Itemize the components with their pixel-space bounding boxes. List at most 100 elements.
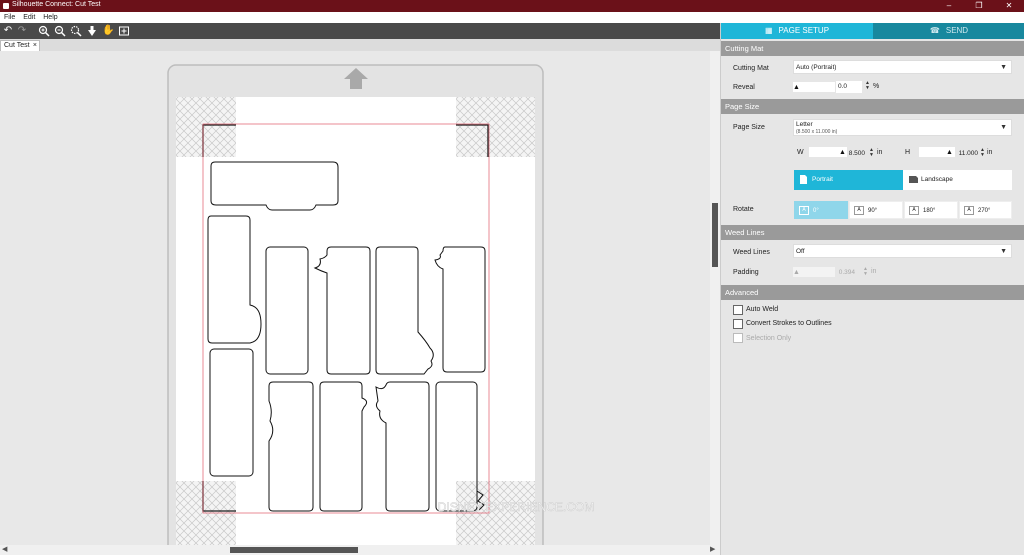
tab-send-label: SEND (945, 26, 969, 35)
slider-handle-icon[interactable]: ▲ (793, 269, 800, 277)
padding-label: Padding (733, 269, 759, 276)
height-stepper-icon[interactable]: ▲ ▼ (980, 148, 985, 158)
padding-unit: in (871, 268, 877, 275)
chevron-down-icon: ▼ (1000, 124, 1007, 131)
scroll-right-icon[interactable]: ▶ (710, 545, 715, 553)
reveal-unit: % (873, 83, 880, 90)
rotate-270-label: 270° (978, 208, 991, 214)
weed-lines-label: Weed Lines (733, 249, 770, 256)
convert-strokes-label: Convert Strokes to Outlines (746, 320, 832, 327)
portrait-page-icon (800, 175, 807, 184)
page-setup-panel: ▦ PAGE SETUP ☎ SEND Cutting Mat Cutting Ma… (720, 23, 1024, 555)
pan-hand-icon[interactable]: ✋ (102, 25, 114, 37)
section-page-size: Page Size (721, 99, 1024, 114)
rotate-180-label: 180° (923, 208, 936, 214)
rotate-0-label: 0° (813, 208, 819, 214)
menu-file[interactable]: File (4, 12, 15, 23)
reveal-stepper-icon[interactable]: ▲ ▼ (865, 81, 870, 91)
height-label: H (905, 149, 911, 156)
scroll-left-icon[interactable]: ◀ (2, 545, 7, 553)
maximize-icon[interactable]: ❐ (964, 0, 994, 12)
landscape-label: Landscape (921, 176, 953, 183)
cutting-mat-preview: DISNEY EXPERIENCE.COM (167, 64, 594, 545)
rotate-180-icon: A (909, 206, 919, 215)
portrait-label: Portrait (812, 176, 833, 183)
page-size-subtitle: (8.500 x 11.000 in) (796, 129, 838, 135)
height-unit: in (987, 149, 993, 156)
padding-value[interactable]: 0.394 (833, 269, 855, 276)
chevron-down-icon: ▼ (1000, 64, 1007, 71)
reveal-value: 0.0 (838, 83, 848, 90)
document-tab-label: Cut Test (4, 42, 30, 49)
page-size-value: Letter (796, 121, 813, 128)
section-advanced: Advanced (721, 285, 1024, 300)
zoom-out-icon[interactable] (54, 25, 66, 37)
undo-icon[interactable]: ↶ (2, 25, 14, 37)
toolbar: ↶ ↷ ✋ (0, 23, 720, 39)
rotate-0-icon: A (799, 206, 809, 215)
minimize-icon[interactable]: – (934, 0, 964, 12)
width-unit: in (877, 149, 883, 156)
vertical-scroll-thumb[interactable] (712, 203, 718, 267)
rotate-90-icon: A (854, 206, 864, 215)
rotate-90-button[interactable]: A 90° (849, 201, 903, 219)
reveal-slider[interactable]: ▲ (793, 82, 835, 92)
menu-help[interactable]: Help (43, 12, 57, 23)
menu-edit[interactable]: Edit (23, 12, 35, 23)
document-tab[interactable]: Cut Test × (0, 40, 40, 51)
cutting-mat-label: Cutting Mat (733, 65, 769, 72)
move-down-icon[interactable] (86, 25, 98, 37)
menu-bar: File Edit Help (0, 12, 1024, 23)
selection-only-checkbox[interactable] (733, 333, 743, 343)
tab-send[interactable]: ☎ SEND (873, 23, 1024, 39)
grid-icon: ▦ (764, 26, 773, 35)
rotate-270-button[interactable]: A 270° (959, 201, 1012, 219)
vertical-scrollbar[interactable] (710, 51, 720, 545)
watermark-text: DISNEY EXPERIENCE.COM (438, 500, 594, 514)
title-bar: Silhouette Connect: Cut Test – ❐ ✕ (0, 0, 1024, 12)
rotate-label: Rotate (733, 206, 754, 213)
landscape-page-icon (909, 176, 918, 183)
chevron-down-icon: ▼ (1000, 248, 1007, 255)
auto-weld-checkbox[interactable] (733, 305, 743, 315)
slider-handle-icon[interactable]: ▲ (793, 84, 800, 92)
width-value[interactable]: 8.500 (839, 150, 865, 157)
section-cutting-mat: Cutting Mat (721, 41, 1024, 56)
tab-page-setup-label: PAGE SETUP (778, 26, 830, 35)
convert-strokes-checkbox[interactable] (733, 319, 743, 329)
page-size-dropdown[interactable]: Letter (8.500 x 11.000 in) ▼ (793, 119, 1012, 136)
fit-to-page-icon[interactable] (118, 25, 130, 37)
reveal-label: Reveal (733, 84, 755, 91)
rotate-90-label: 90° (868, 208, 878, 214)
section-weed-lines: Weed Lines (721, 225, 1024, 240)
cutting-mat-dropdown[interactable]: Auto (Portrait) ▼ (793, 60, 1012, 74)
close-tab-icon[interactable]: × (33, 41, 37, 51)
page-size-label: Page Size (733, 124, 765, 131)
window-title: Silhouette Connect: Cut Test (12, 1, 101, 8)
width-label: W (797, 149, 804, 156)
design-canvas[interactable]: DISNEY EXPERIENCE.COM (0, 51, 710, 545)
auto-weld-label: Auto Weld (746, 306, 779, 313)
landscape-button[interactable]: Landscape (903, 170, 1012, 190)
redo-icon[interactable]: ↷ (16, 25, 28, 37)
send-machine-icon: ☎ (929, 26, 940, 35)
zoom-selection-icon[interactable] (70, 25, 82, 37)
padding-slider[interactable]: ▲ (793, 267, 835, 277)
panel-tabs: ▦ PAGE SETUP ☎ SEND (721, 23, 1024, 39)
zoom-in-icon[interactable] (38, 25, 50, 37)
horizontal-scrollbar[interactable]: ◀ ▶ (0, 545, 720, 555)
rotate-180-button[interactable]: A 180° (904, 201, 958, 219)
padding-stepper-icon[interactable]: ▲ ▼ (863, 267, 868, 277)
weed-lines-dropdown[interactable]: Off ▼ (793, 244, 1012, 258)
tab-page-setup[interactable]: ▦ PAGE SETUP (721, 23, 873, 39)
height-slider[interactable]: ▲ (919, 147, 955, 157)
reveal-input[interactable]: 0.0 (836, 81, 862, 93)
close-icon[interactable]: ✕ (994, 0, 1024, 12)
rotate-0-button[interactable]: A 0° (794, 201, 848, 219)
document-tab-strip: Cut Test × (0, 39, 720, 51)
silhouette-icon (3, 3, 9, 9)
portrait-button[interactable]: Portrait (794, 170, 903, 190)
width-stepper-icon[interactable]: ▲ ▼ (869, 148, 874, 158)
horizontal-scroll-thumb[interactable] (230, 547, 358, 553)
height-value[interactable]: 11.000 (951, 150, 978, 157)
